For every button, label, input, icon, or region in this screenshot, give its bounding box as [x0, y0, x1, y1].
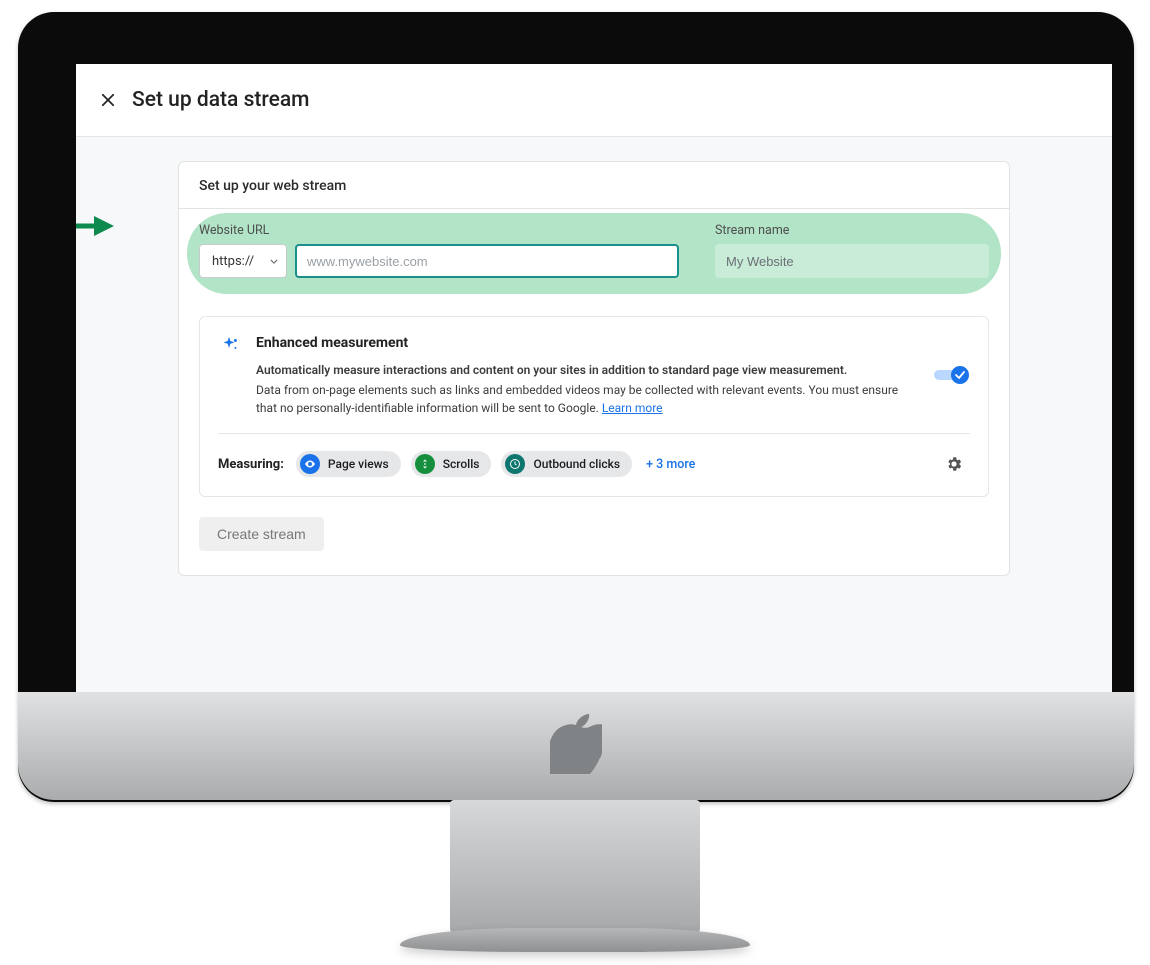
screen: Set up data stream Set up your web strea… [76, 64, 1112, 698]
url-input-row: https:// [199, 244, 679, 278]
separator [218, 433, 970, 434]
chip-page-views: Page views [296, 451, 401, 477]
enhanced-toggle[interactable] [934, 365, 970, 389]
content-area: Set up your web stream Website URL https… [76, 137, 1112, 600]
eye-icon [300, 454, 320, 474]
enhanced-measurement-card: Enhanced measurement Automatically measu… [199, 316, 989, 497]
scroll-icon [415, 454, 435, 474]
sparkle-icon [218, 335, 242, 361]
apple-logo-icon [550, 714, 602, 778]
protocol-select[interactable]: https:// [199, 244, 287, 278]
card-footer: Create stream [179, 517, 1009, 575]
measuring-row: Measuring: Page views [218, 448, 970, 480]
topbar: Set up data stream [76, 64, 1112, 136]
learn-more-link[interactable]: Learn more [602, 401, 663, 415]
enh-desc1: Automatically measure interactions and c… [256, 361, 908, 379]
imac-chin [18, 692, 1134, 800]
enh-desc2-text: Data from on-page elements such as links… [256, 383, 898, 415]
enh-title: Enhanced measurement [256, 335, 908, 351]
imac-stand-neck [450, 800, 700, 936]
stream-card: Set up your web stream Website URL https… [178, 161, 1010, 576]
chip-label: Scrolls [443, 457, 480, 471]
page: Set up data stream Set up your web strea… [76, 64, 1112, 698]
website-url-input[interactable] [295, 244, 679, 278]
enh-body: Enhanced measurement Automatically measu… [256, 335, 908, 417]
card-header: Set up your web stream [179, 162, 1009, 209]
callout-arrow-icon [76, 211, 116, 245]
protocol-value: https:// [212, 254, 254, 269]
create-stream-button[interactable]: Create stream [199, 517, 324, 551]
stream-name-input[interactable] [715, 244, 989, 278]
stream-name-group: Stream name [715, 223, 989, 278]
close-icon [99, 91, 117, 109]
enh-desc2: Data from on-page elements such as links… [256, 381, 908, 417]
chip-outbound: Outbound clicks [501, 451, 632, 477]
chip-scrolls: Scrolls [411, 451, 492, 477]
settings-button[interactable] [938, 448, 970, 480]
chip-label: Page views [328, 457, 389, 471]
url-field-label: Website URL [199, 223, 679, 238]
enh-top: Enhanced measurement Automatically measu… [218, 335, 970, 417]
url-row-highlight: Website URL https:// Stream name [179, 209, 1009, 298]
name-field-label: Stream name [715, 223, 989, 238]
close-button[interactable] [94, 86, 122, 114]
imac-frame: Set up data stream Set up your web strea… [18, 12, 1134, 802]
link-out-icon [505, 454, 525, 474]
more-link[interactable]: + 3 more [646, 457, 695, 472]
gear-icon [945, 455, 963, 473]
chip-label: Outbound clicks [533, 457, 620, 471]
measuring-label: Measuring: [218, 457, 284, 472]
page-title: Set up data stream [132, 88, 309, 112]
chevron-down-icon [270, 259, 278, 264]
website-url-group: Website URL https:// [199, 223, 679, 278]
imac-stand-base [400, 928, 750, 952]
